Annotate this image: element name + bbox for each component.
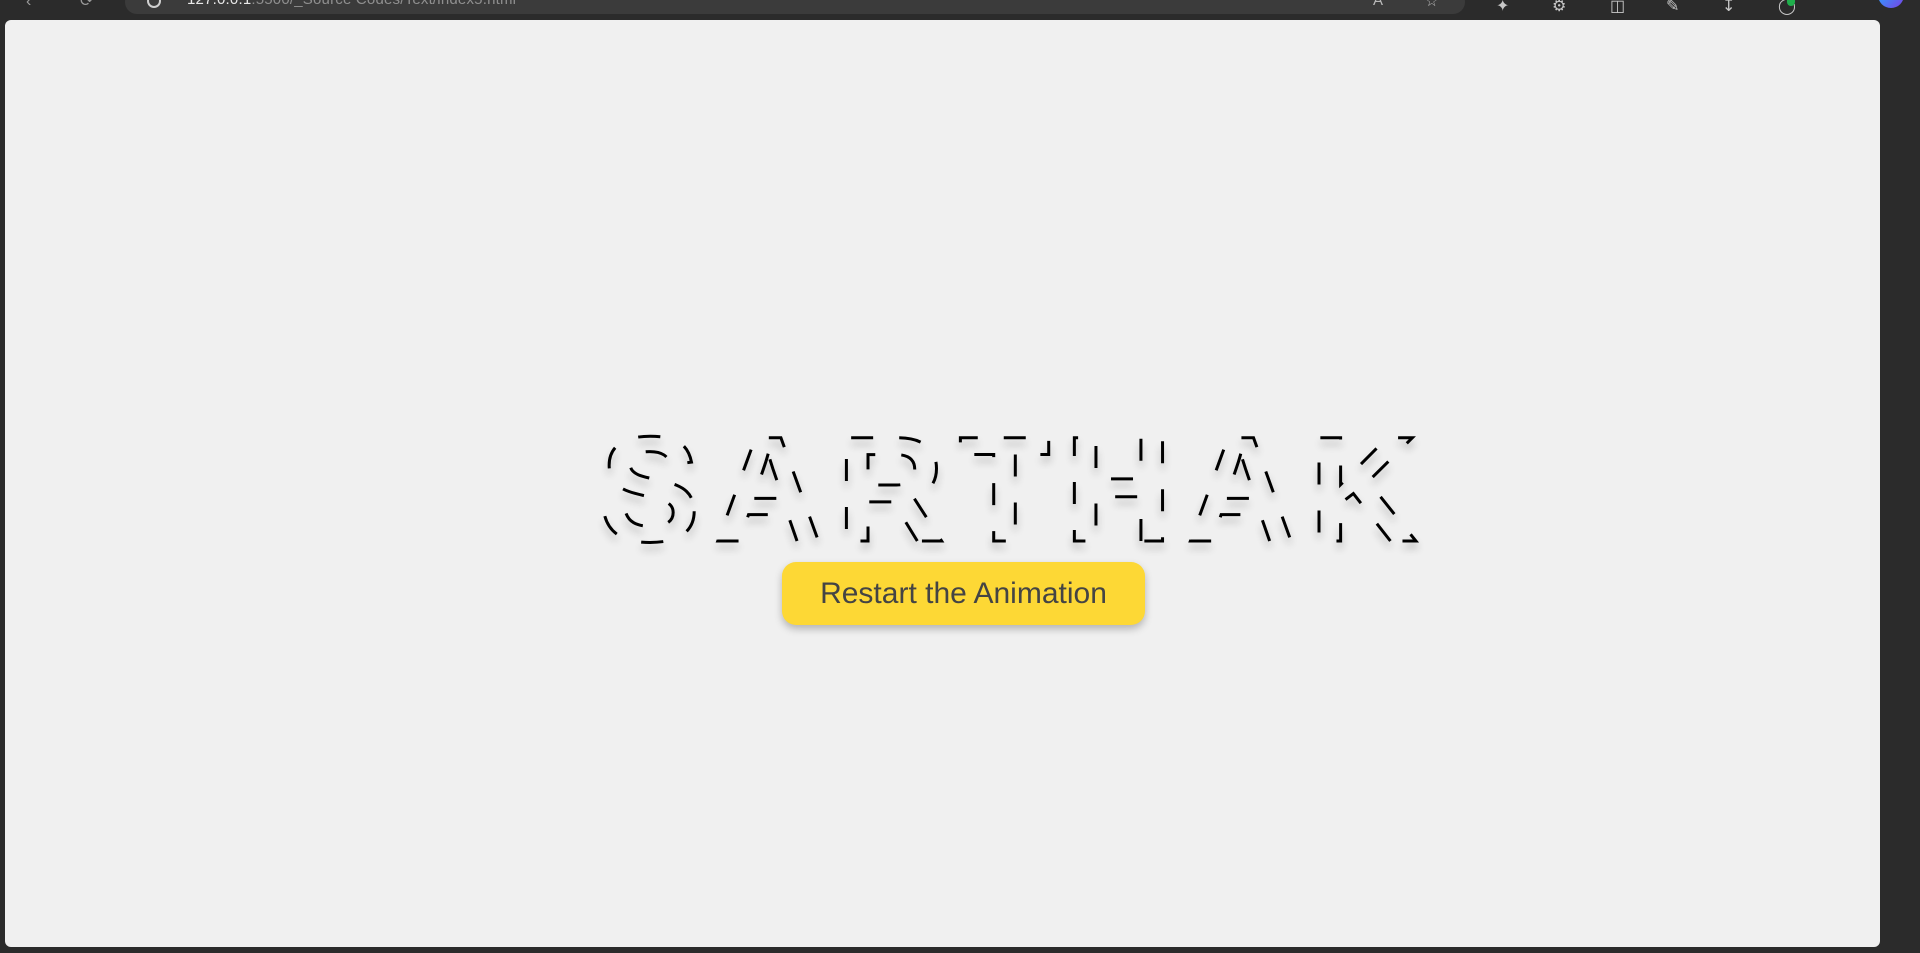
extensions-icon[interactable]: ✦ — [1496, 0, 1509, 16]
page-viewport: SARTHAK Restart the Animation — [5, 20, 1880, 947]
browser-toolbar: ‹ ⟳ 127.0.0.1:5500/_Source Codes/Text/in… — [0, 0, 1920, 20]
read-aloud-icon[interactable]: A — [1373, 0, 1383, 9]
site-info-icon[interactable] — [147, 0, 161, 8]
split-screen-icon[interactable]: ◫ — [1610, 0, 1625, 16]
headline-text: SARTHAK — [600, 405, 1431, 573]
profile-icon[interactable] — [1878, 0, 1904, 8]
favorite-icon[interactable]: ☆ — [1425, 0, 1438, 10]
address-url[interactable]: 127.0.0.1:5500/_Source Codes/Text/index5… — [187, 0, 516, 8]
back-icon[interactable]: ‹ — [26, 0, 31, 10]
address-bar[interactable]: 127.0.0.1:5500/_Source Codes/Text/index5… — [125, 0, 1465, 14]
headline-svg: SARTHAK — [599, 404, 1419, 575]
refresh-icon[interactable]: ⟳ — [80, 0, 93, 10]
window-edge — [1880, 20, 1920, 953]
animated-headline: SARTHAK — [599, 395, 1419, 575]
restart-animation-button[interactable]: Restart the Animation — [782, 562, 1145, 625]
settings-icon[interactable]: ⚙ — [1552, 0, 1566, 16]
downloads-icon[interactable]: ↧ — [1722, 0, 1735, 16]
collections-icon[interactable]: ✎ — [1666, 0, 1679, 16]
page-content: SARTHAK Restart the Animation — [5, 20, 1880, 947]
